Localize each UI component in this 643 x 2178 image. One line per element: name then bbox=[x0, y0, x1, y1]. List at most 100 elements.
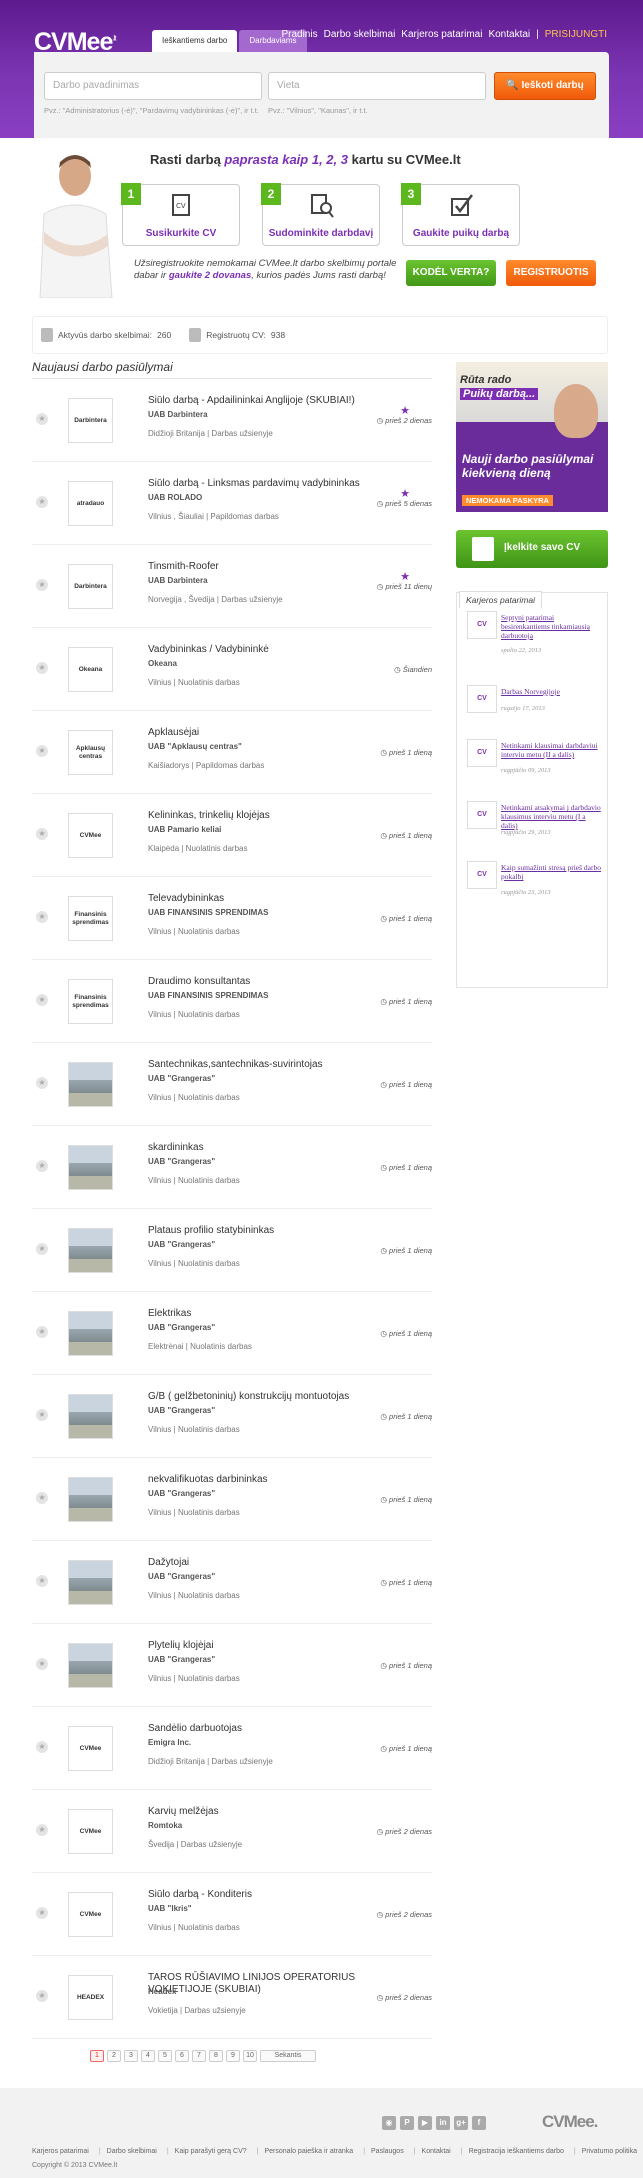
company-logo[interactable]: atradauo bbox=[68, 481, 113, 526]
favorite-star-icon[interactable]: ★ bbox=[36, 1409, 48, 1421]
favorite-star-icon[interactable]: ★ bbox=[36, 413, 48, 425]
favorite-star-icon[interactable]: ★ bbox=[36, 828, 48, 840]
job-title-link[interactable]: Siūlo darbą - Apdailininkai Anglijoje (S… bbox=[148, 395, 368, 407]
job-listing[interactable]: ★ Santechnikas,santechnikas-suvirintojas U… bbox=[32, 1043, 432, 1126]
company-logo[interactable] bbox=[68, 1062, 113, 1107]
job-listing[interactable]: ★ Finansinis sprendimas Televadybininkas UA… bbox=[32, 877, 432, 960]
company-logo[interactable]: Apklausų centras bbox=[68, 730, 113, 775]
career-tip-item[interactable]: CV Kaip sumažinti stresą prieš darbo poka… bbox=[467, 861, 601, 921]
company-logo[interactable]: Okeana bbox=[68, 647, 113, 692]
company-logo[interactable]: Finansinis sprendimas bbox=[68, 979, 113, 1024]
tip-title-link[interactable]: Darbas Norvegijoje bbox=[501, 687, 601, 696]
company-logo[interactable] bbox=[68, 1477, 113, 1522]
job-title-link[interactable]: Vadybininkas / Vadybininkė bbox=[148, 644, 368, 656]
page-number[interactable]: 7 bbox=[192, 2050, 206, 2062]
page-number[interactable]: 5 bbox=[158, 2050, 172, 2062]
job-listing[interactable]: ★ Finansinis sprendimas Draudimo konsultan… bbox=[32, 960, 432, 1043]
job-title-link[interactable]: Siūlo darbą - Konditeris bbox=[148, 1889, 368, 1901]
job-title-link[interactable]: nekvalifikuotas darbininkas bbox=[148, 1474, 368, 1486]
footer-link[interactable]: Registracija ieškantiems darbo bbox=[461, 2148, 564, 2155]
job-listing[interactable]: ★ Plytelių klojėjai UAB "Grangeras" Vilnius… bbox=[32, 1624, 432, 1707]
job-title-link[interactable]: Karvių melžėjas bbox=[148, 1806, 368, 1818]
footer-link[interactable]: Personalo paieška ir atranka bbox=[257, 2148, 353, 2155]
job-title-link[interactable]: Kelininkas, trinkelių klojėjas bbox=[148, 810, 368, 822]
page-number[interactable]: 3 bbox=[124, 2050, 138, 2062]
favorite-star-icon[interactable]: ★ bbox=[36, 1492, 48, 1504]
step-interest-employer[interactable]: 2 Sudominkite darbdavį bbox=[261, 183, 380, 246]
job-title-link[interactable]: Apklausėjai bbox=[148, 727, 368, 739]
company-logo[interactable]: HEADEX bbox=[68, 1975, 113, 2020]
rss-icon[interactable]: ◉ bbox=[382, 2116, 396, 2130]
footer-logo[interactable]: CVMee. bbox=[542, 2112, 598, 2132]
register-button[interactable]: REGISTRUOTIS bbox=[506, 260, 596, 286]
page-number[interactable]: 6 bbox=[175, 2050, 189, 2062]
tip-thumbnail[interactable]: CV bbox=[467, 861, 497, 889]
favorite-star-icon[interactable]: ★ bbox=[36, 662, 48, 674]
company-logo[interactable]: CVMee bbox=[68, 1892, 113, 1937]
youtube-icon[interactable]: ▶ bbox=[418, 2116, 432, 2130]
page-number[interactable]: 2 bbox=[107, 2050, 121, 2062]
tip-thumbnail[interactable]: CV bbox=[467, 739, 497, 767]
career-tip-item[interactable]: CV Netinkami klausimai darbdaviui intervi… bbox=[467, 739, 601, 799]
google-plus-icon[interactable]: g+ bbox=[454, 2116, 468, 2130]
career-tip-item[interactable]: CV Septyni patarimai besirenkantiems tink… bbox=[467, 611, 601, 671]
favorite-star-icon[interactable]: ★ bbox=[36, 1907, 48, 1919]
job-title-input[interactable]: Darbo pavadinimas bbox=[44, 72, 262, 100]
job-title-link[interactable]: Plataus profilio statybininkas bbox=[148, 1225, 368, 1237]
step-get-job[interactable]: 3 Gaukite puikų darbą bbox=[401, 183, 520, 246]
company-logo[interactable]: Finansinis sprendimas bbox=[68, 896, 113, 941]
job-title-link[interactable]: Santechnikas,santechnikas-suvirintojas bbox=[148, 1059, 368, 1071]
footer-link[interactable]: Privatumo politika bbox=[574, 2148, 637, 2155]
job-listing[interactable]: ★ Darbintera Siūlo darbą - Apdailininkai A… bbox=[32, 379, 432, 462]
footer-link[interactable]: Karjeros patarimai bbox=[32, 2148, 89, 2155]
why-worth-button[interactable]: KODĖL VERTA? bbox=[406, 260, 496, 286]
next-page-button[interactable]: Sekantis bbox=[260, 2050, 316, 2062]
job-listing[interactable]: ★ HEADEX TAROS RŪŠIAVIMO LINIJOS OPERATORI… bbox=[32, 1956, 432, 2039]
linkedin-icon[interactable]: in bbox=[436, 2116, 450, 2130]
page-number[interactable]: 9 bbox=[226, 2050, 240, 2062]
favorite-star-icon[interactable]: ★ bbox=[36, 1658, 48, 1670]
page-number[interactable]: 10 bbox=[243, 2050, 257, 2062]
location-input[interactable]: Vieta bbox=[268, 72, 486, 100]
company-logo[interactable]: Darbintera bbox=[68, 564, 113, 609]
job-listing[interactable]: ★ CVMee Karvių melžėjas Romtoka Švedija | Da… bbox=[32, 1790, 432, 1873]
tip-title-link[interactable]: Netinkami atsakymai į darbdavio klausimu… bbox=[501, 803, 601, 830]
job-title-link[interactable]: Tinsmith-Roofer bbox=[148, 561, 368, 573]
upload-cv-button[interactable]: Įkelkite savo CV bbox=[456, 530, 608, 568]
job-title-link[interactable]: G/B ( gelžbetoninių) konstrukcijų montuo… bbox=[148, 1391, 368, 1403]
job-title-link[interactable]: skardininkas bbox=[148, 1142, 368, 1154]
free-account-button[interactable]: NEMOKAMA PASKYRA bbox=[462, 495, 553, 506]
job-listing[interactable]: ★ Okeana Vadybininkas / Vadybininkė Okeana V… bbox=[32, 628, 432, 711]
nav-contacts[interactable]: Kontaktai bbox=[488, 29, 530, 40]
company-logo[interactable]: CVMee bbox=[68, 1726, 113, 1771]
promo-banner[interactable]: Rūta rado Puikų darbą... Nauji darbo pas… bbox=[456, 362, 608, 512]
company-logo[interactable] bbox=[68, 1643, 113, 1688]
tip-thumbnail[interactable]: CV bbox=[467, 685, 497, 713]
favorite-star-icon[interactable]: ★ bbox=[36, 1741, 48, 1753]
job-title-link[interactable]: Plytelių klojėjai bbox=[148, 1640, 368, 1652]
job-title-link[interactable]: Siūlo darbą - Linksmas pardavimų vadybin… bbox=[148, 478, 368, 490]
pinterest-icon[interactable]: P bbox=[400, 2116, 414, 2130]
tip-title-link[interactable]: Kaip sumažinti stresą prieš darbo pokalb… bbox=[501, 863, 601, 881]
job-title-link[interactable]: Televadybininkas bbox=[148, 893, 368, 905]
page-number[interactable]: 4 bbox=[141, 2050, 155, 2062]
favorite-star-icon[interactable]: ★ bbox=[36, 994, 48, 1006]
company-logo[interactable]: CVMee bbox=[68, 813, 113, 858]
job-listing[interactable]: ★ skardininkas UAB "Grangeras" Vilnius | Nu… bbox=[32, 1126, 432, 1209]
job-title-link[interactable]: Elektrikas bbox=[148, 1308, 368, 1320]
login-link[interactable]: PRISIJUNGTI bbox=[545, 29, 607, 40]
favorite-star-icon[interactable]: ★ bbox=[36, 745, 48, 757]
job-title-link[interactable]: Draudimo konsultantas bbox=[148, 976, 368, 988]
page-number[interactable]: 8 bbox=[209, 2050, 223, 2062]
favorite-star-icon[interactable]: ★ bbox=[36, 1326, 48, 1338]
favorite-star-icon[interactable]: ★ bbox=[36, 911, 48, 923]
favorite-star-icon[interactable]: ★ bbox=[36, 496, 48, 508]
nav-home[interactable]: Pradinis bbox=[281, 29, 317, 40]
company-logo[interactable] bbox=[68, 1560, 113, 1605]
nav-career-tips[interactable]: Karjeros patarimai bbox=[401, 29, 482, 40]
job-listing[interactable]: ★ G/B ( gelžbetoninių) konstrukcijų montu… bbox=[32, 1375, 432, 1458]
job-listing[interactable]: ★ Dažytojai UAB "Grangeras" Vilnius | Nuola… bbox=[32, 1541, 432, 1624]
job-listing[interactable]: ★ Plataus profilio statybininkas UAB "Gran… bbox=[32, 1209, 432, 1292]
page-number[interactable]: 1 bbox=[90, 2050, 104, 2062]
company-logo[interactable] bbox=[68, 1228, 113, 1273]
